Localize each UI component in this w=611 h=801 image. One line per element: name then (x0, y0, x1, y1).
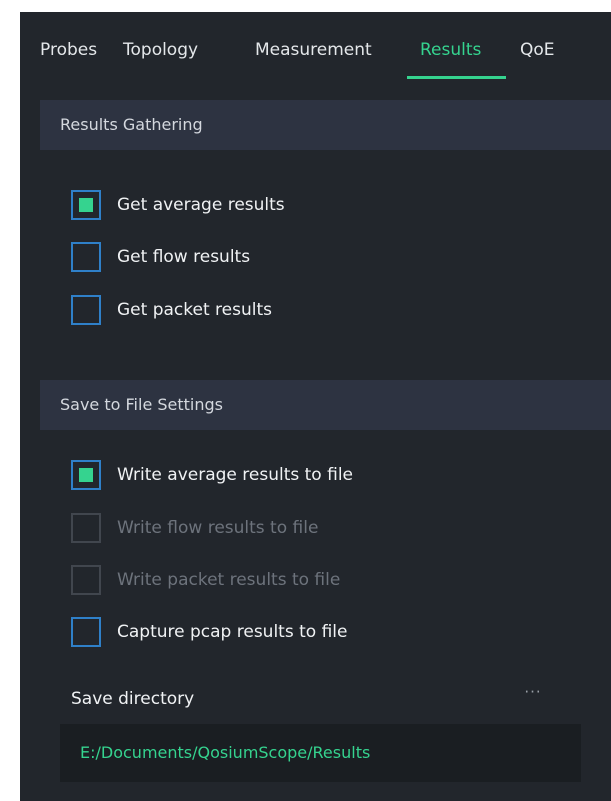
get-average-results-label: Get average results (117, 195, 285, 215)
save-directory-field[interactable]: E:/Documents/QosiumScope/Results (60, 724, 581, 782)
get-average-results-checkbox[interactable] (71, 190, 101, 220)
results-settings-panel: Probes Topology Measurement Results QoE … (20, 12, 611, 801)
write-packet-results-option: Write packet results to file (71, 563, 340, 597)
write-packet-results-checkbox (71, 565, 101, 595)
get-flow-results-checkbox[interactable] (71, 242, 101, 272)
get-packet-results-option[interactable]: Get packet results (71, 293, 272, 327)
capture-pcap-results-option[interactable]: Capture pcap results to file (71, 615, 347, 649)
get-average-results-option[interactable]: Get average results (71, 188, 285, 222)
write-average-results-label: Write average results to file (117, 465, 353, 485)
browse-directory-button[interactable]: ··· (518, 684, 548, 706)
save-settings-header: Save to File Settings (40, 380, 611, 430)
write-average-results-checkbox[interactable] (71, 460, 101, 490)
tab-bar: Probes Topology Measurement Results QoE (20, 36, 611, 86)
tab-measurement[interactable]: Measurement (255, 36, 372, 74)
get-packet-results-checkbox[interactable] (71, 295, 101, 325)
write-flow-results-checkbox (71, 513, 101, 543)
save-directory-label: Save directory (71, 689, 195, 709)
get-flow-results-label: Get flow results (117, 247, 251, 267)
get-packet-results-label: Get packet results (117, 300, 272, 320)
write-packet-results-label: Write packet results to file (117, 570, 341, 590)
tab-results[interactable]: Results (420, 36, 481, 74)
write-average-results-option[interactable]: Write average results to file (71, 458, 353, 492)
tab-qoe[interactable]: QoE (520, 36, 555, 74)
write-flow-results-label: Write flow results to file (117, 518, 319, 538)
capture-pcap-results-label: Capture pcap results to file (117, 622, 348, 642)
get-flow-results-option[interactable]: Get flow results (71, 240, 250, 274)
tab-probes[interactable]: Probes (40, 36, 97, 74)
active-tab-indicator (407, 76, 506, 79)
capture-pcap-results-checkbox[interactable] (71, 617, 101, 647)
results-gathering-header: Results Gathering (40, 100, 611, 150)
tab-topology[interactable]: Topology (123, 36, 198, 74)
write-flow-results-option: Write flow results to file (71, 511, 318, 545)
